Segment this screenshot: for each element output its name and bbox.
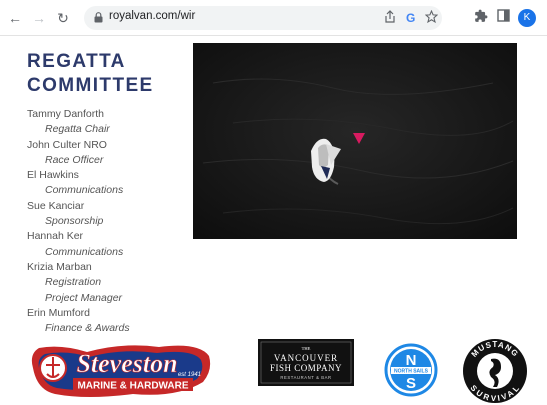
member-role: Sponsorship xyxy=(45,215,104,228)
member-name: Krizia Marban xyxy=(27,260,92,273)
sidebar-icon[interactable] xyxy=(497,9,510,22)
fish-co-line3: RESTAURANT & BAR xyxy=(280,375,331,380)
member-name: El Hawkins xyxy=(27,169,79,182)
steveston-subtitle: MARINE & HARDWARE xyxy=(77,381,188,392)
star-icon[interactable] xyxy=(425,10,438,23)
steveston-est: est 1941 xyxy=(178,372,201,378)
fish-co-line2: FISH COMPANY xyxy=(270,363,342,373)
url-text[interactable]: royalvan.com/wir xyxy=(109,10,195,22)
committee-list: Tammy Danforth Regatta Chair John Culter… xyxy=(27,107,187,336)
lock-icon[interactable] xyxy=(94,12,103,23)
fish-co-the: THE xyxy=(302,346,311,351)
steveston-title: Steveston xyxy=(76,349,177,378)
member-role: Communications xyxy=(45,245,124,258)
member-role: Project Manager xyxy=(45,291,123,304)
north-sails-text: NORTH SAILS xyxy=(394,369,429,375)
member-name: Hannah Ker xyxy=(27,230,84,243)
member-name: John Culter NRO xyxy=(27,138,107,151)
page-title-line1: REGATTA xyxy=(27,51,126,72)
member-name: Erin Mumford xyxy=(27,306,91,319)
browser-toolbar: ← → ↻ royalvan.com/wir G K xyxy=(0,0,547,36)
member-role: Finance & Awards xyxy=(45,322,130,335)
member-name: Tammy Danforth xyxy=(27,108,105,120)
vancouver-fish-company-logo: THE VANCOUVER FISH COMPANY RESTAURANT & … xyxy=(258,339,354,386)
extensions-icon[interactable] xyxy=(474,9,488,23)
profile-avatar[interactable]: K xyxy=(518,9,536,27)
aerial-boat-photo xyxy=(193,43,517,239)
member-role: Registration xyxy=(45,276,102,289)
north-sails-s: S xyxy=(406,375,416,392)
fish-co-line1: VANCOUVER xyxy=(274,353,338,363)
back-arrow-icon[interactable]: ← xyxy=(6,9,24,27)
address-bar[interactable]: royalvan.com/wir G xyxy=(84,6,442,30)
member-name: Sue Kanciar xyxy=(27,199,85,212)
page-title-line2: COMMITTEE xyxy=(27,75,154,96)
reload-icon[interactable]: ↻ xyxy=(54,9,72,27)
steveston-marine-logo: Steveston MARINE & HARDWARE est 1941 xyxy=(31,345,211,397)
north-sails-logo: N NORTH SAILS S xyxy=(384,343,438,397)
member-role: Communications xyxy=(45,184,124,197)
north-sails-n: N xyxy=(406,352,417,369)
page-title: REGATTA COMMITTEE xyxy=(27,50,154,98)
share-icon[interactable] xyxy=(384,10,396,24)
aerial-boat-image xyxy=(193,43,517,239)
member-role: Regatta Chair xyxy=(45,123,110,136)
member-role: Race Officer xyxy=(45,153,104,166)
google-icon[interactable]: G xyxy=(406,11,415,25)
mustang-survival-logo: MUSTANG SURVIVAL xyxy=(463,339,527,403)
forward-arrow-icon[interactable]: → xyxy=(30,9,48,27)
